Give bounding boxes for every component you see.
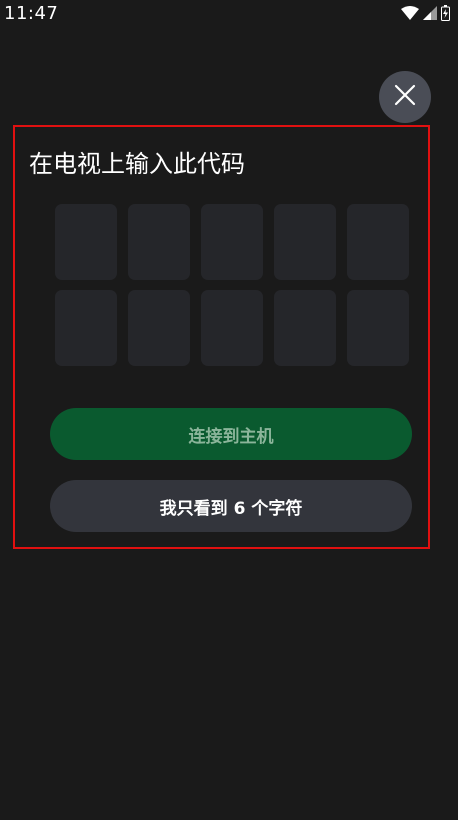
battery-icon [441, 5, 450, 21]
code-cell-8[interactable] [201, 290, 263, 366]
connect-button-label: 连接到主机 [188, 426, 274, 447]
code-cell-7[interactable] [128, 290, 190, 366]
code-cell-2[interactable] [128, 204, 190, 280]
six-chars-button-label: 我只看到 6 个字符 [159, 498, 303, 519]
code-cell-3[interactable] [201, 204, 263, 280]
code-cell-10[interactable] [347, 290, 409, 366]
code-cell-4[interactable] [274, 204, 336, 280]
code-input-grid [55, 204, 409, 366]
close-button[interactable] [379, 71, 431, 123]
connect-to-host-button[interactable]: 连接到主机 [50, 408, 412, 460]
dialog-title: 在电视上输入此代码 [29, 150, 245, 178]
code-cell-5[interactable] [347, 204, 409, 280]
code-cell-6[interactable] [55, 290, 117, 366]
code-cell-1[interactable] [55, 204, 117, 280]
status-time: 11:47 [4, 3, 59, 24]
signal-icon [423, 6, 437, 20]
status-bar: 11:47 [0, 0, 458, 28]
close-icon [394, 84, 416, 110]
enter-code-dialog: 在电视上输入此代码 连接到主机 我只看到 6 个字符 [13, 125, 430, 549]
wifi-icon [401, 6, 419, 20]
status-icons [401, 5, 450, 21]
code-cell-9[interactable] [274, 290, 336, 366]
only-six-chars-button[interactable]: 我只看到 6 个字符 [50, 480, 412, 532]
